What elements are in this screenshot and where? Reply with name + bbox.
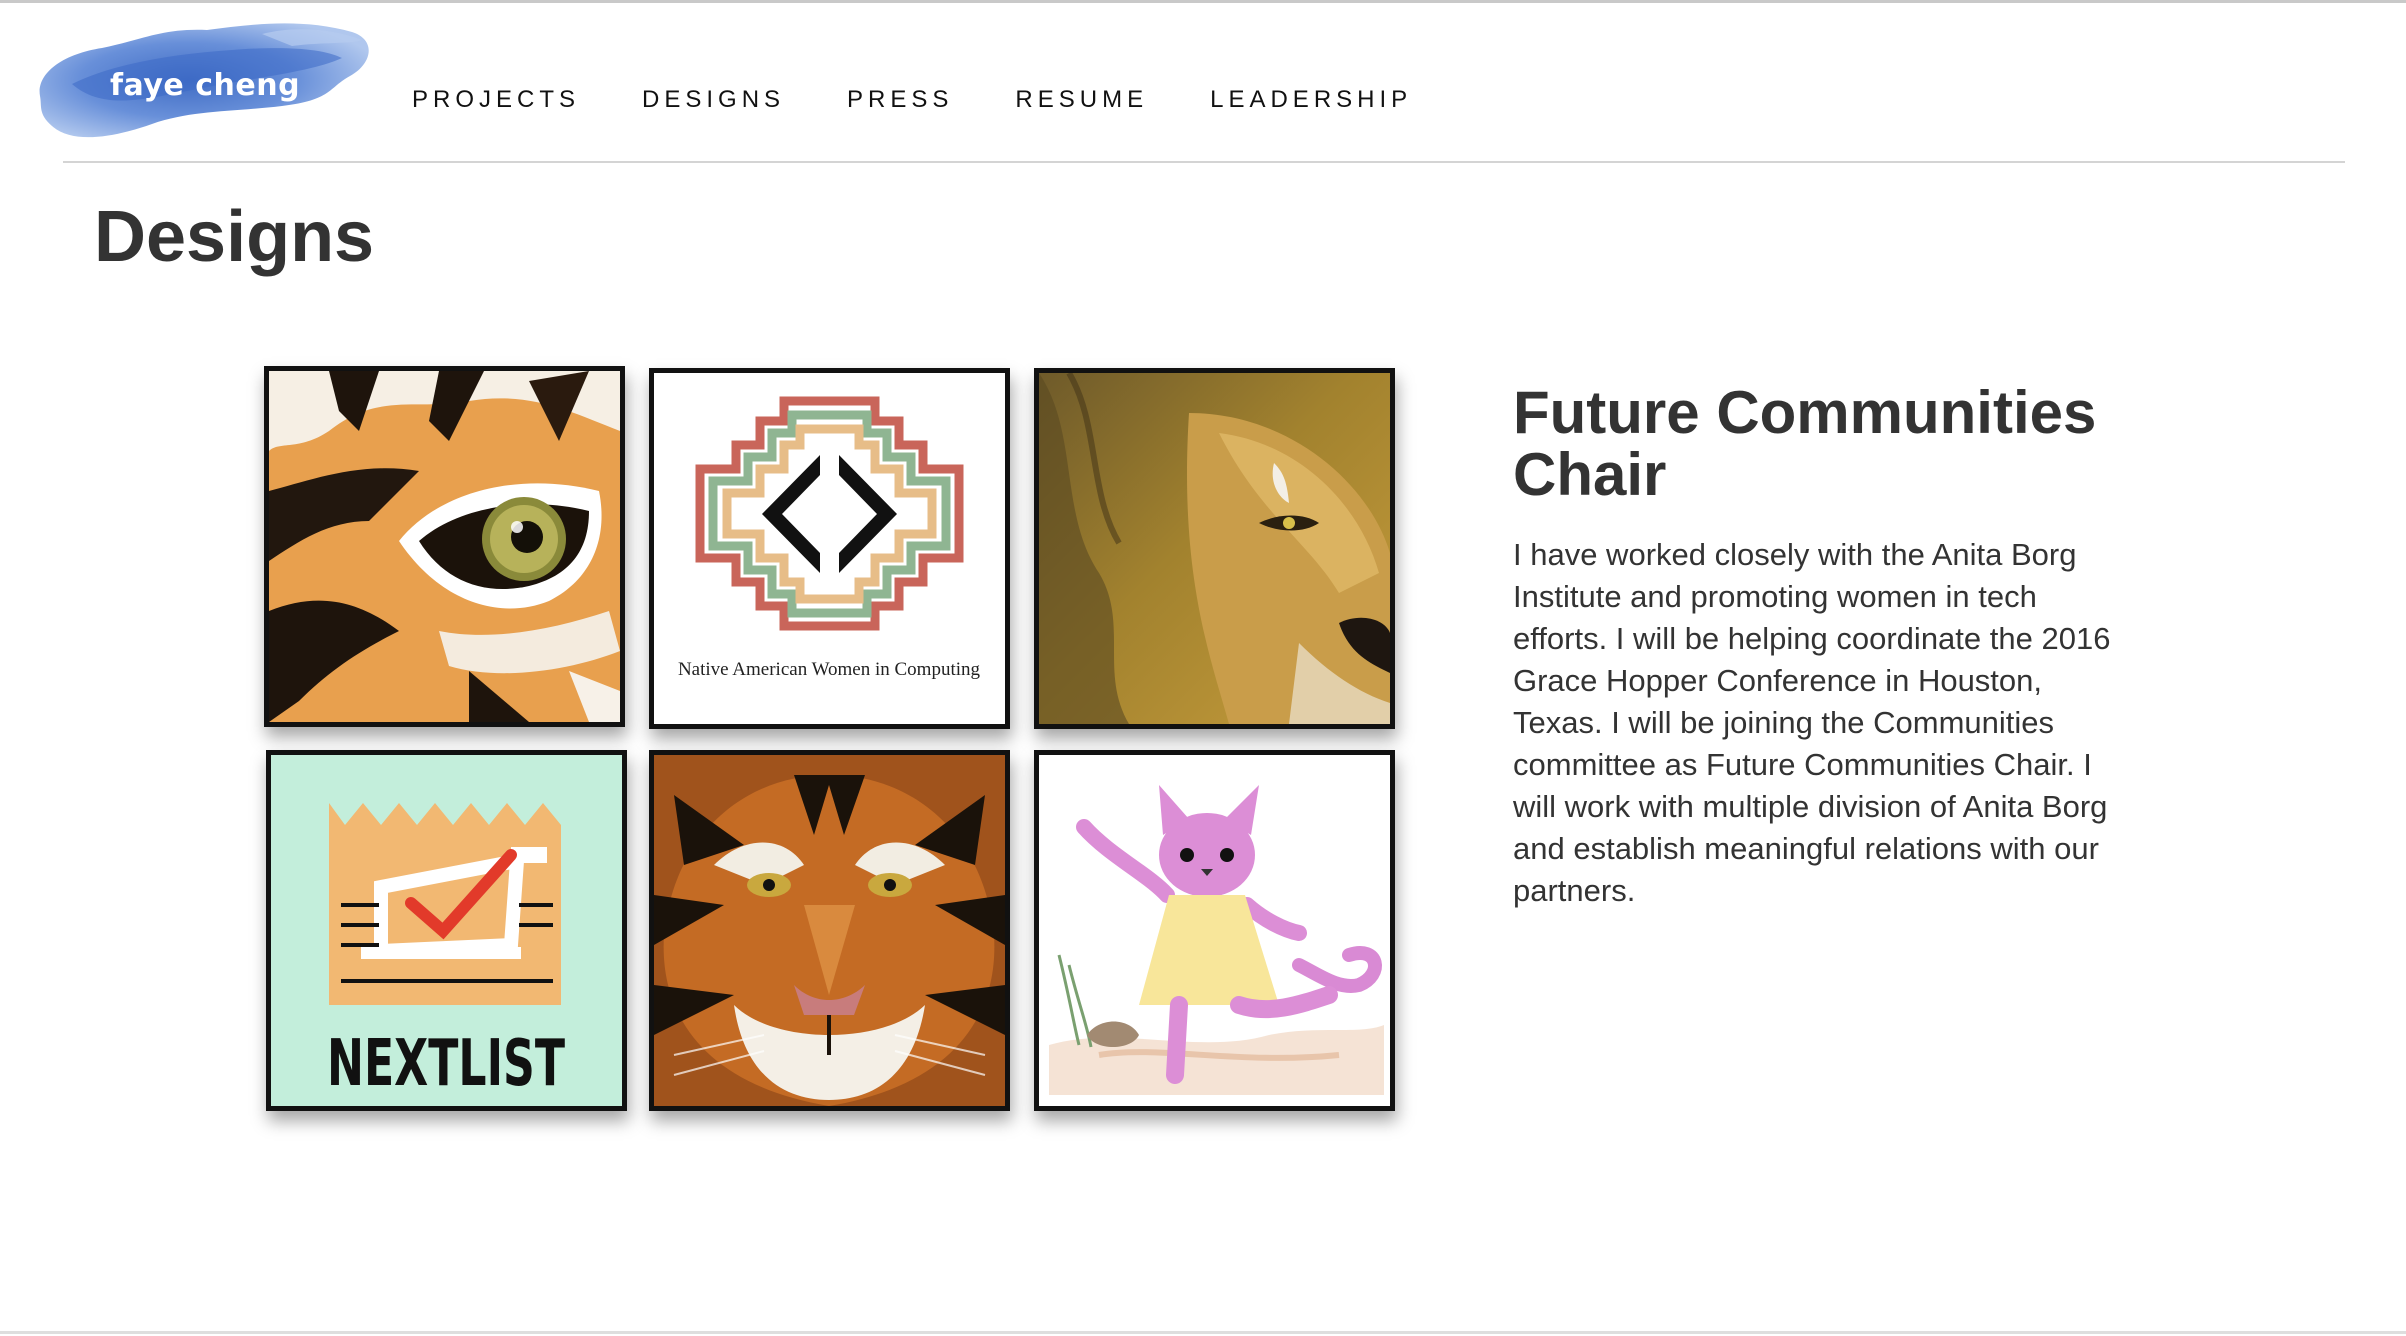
gallery-tile-tiger-eye[interactable] (264, 366, 625, 727)
nav-leadership[interactable]: LEADERSHIP (1210, 86, 1412, 114)
side-body: I have worked closely with the Anita Bor… (1513, 537, 2111, 908)
gallery-tile-nawic[interactable]: Native American Women in Computing (649, 368, 1010, 729)
nextlist-caption: NEXTLIST (327, 1027, 565, 1101)
gallery-tile-pink-cat[interactable] (1034, 750, 1395, 1111)
nav-projects[interactable]: PROJECTS (412, 86, 580, 114)
main-nav: PROJECTS DESIGNS PRESS RESUME LEADERSHIP (412, 86, 1474, 114)
design-gallery: Native American Women in Computing NEXTL… (264, 366, 1395, 1111)
side-title: Future Communities Chair (1513, 379, 2097, 508)
pink-cat-illustration-icon (1039, 755, 1390, 1106)
gallery-tile-lion[interactable] (1034, 368, 1395, 729)
tiger-face-drawing-icon (654, 755, 1005, 1106)
nav-designs[interactable]: DESIGNS (642, 86, 785, 114)
page-title: Designs (94, 197, 375, 277)
bottom-divider (0, 1331, 2406, 1334)
nextlist-logo-icon: NEXTLIST (271, 755, 622, 1106)
nav-resume[interactable]: RESUME (1015, 86, 1148, 114)
nav-press[interactable]: PRESS (847, 86, 953, 114)
side-panel: Future Communities Chair I have worked c… (1513, 382, 2133, 912)
gallery-tile-tiger-face[interactable] (649, 750, 1010, 1111)
header-divider (63, 161, 2345, 163)
nawic-caption: Native American Women in Computing (678, 659, 981, 680)
page: faye cheng PROJECTS DESIGNS PRESS RESUME… (0, 0, 2406, 1336)
logo-text: faye cheng (110, 68, 301, 103)
tiger-eye-artwork-icon (269, 371, 620, 722)
native-american-women-in-computing-logo-icon: Native American Women in Computing (654, 373, 1005, 724)
top-divider (0, 0, 2406, 3)
site-logo[interactable]: faye cheng (32, 14, 377, 146)
gallery-tile-nextlist[interactable]: NEXTLIST (266, 750, 627, 1111)
lion-drawing-icon (1039, 373, 1390, 724)
